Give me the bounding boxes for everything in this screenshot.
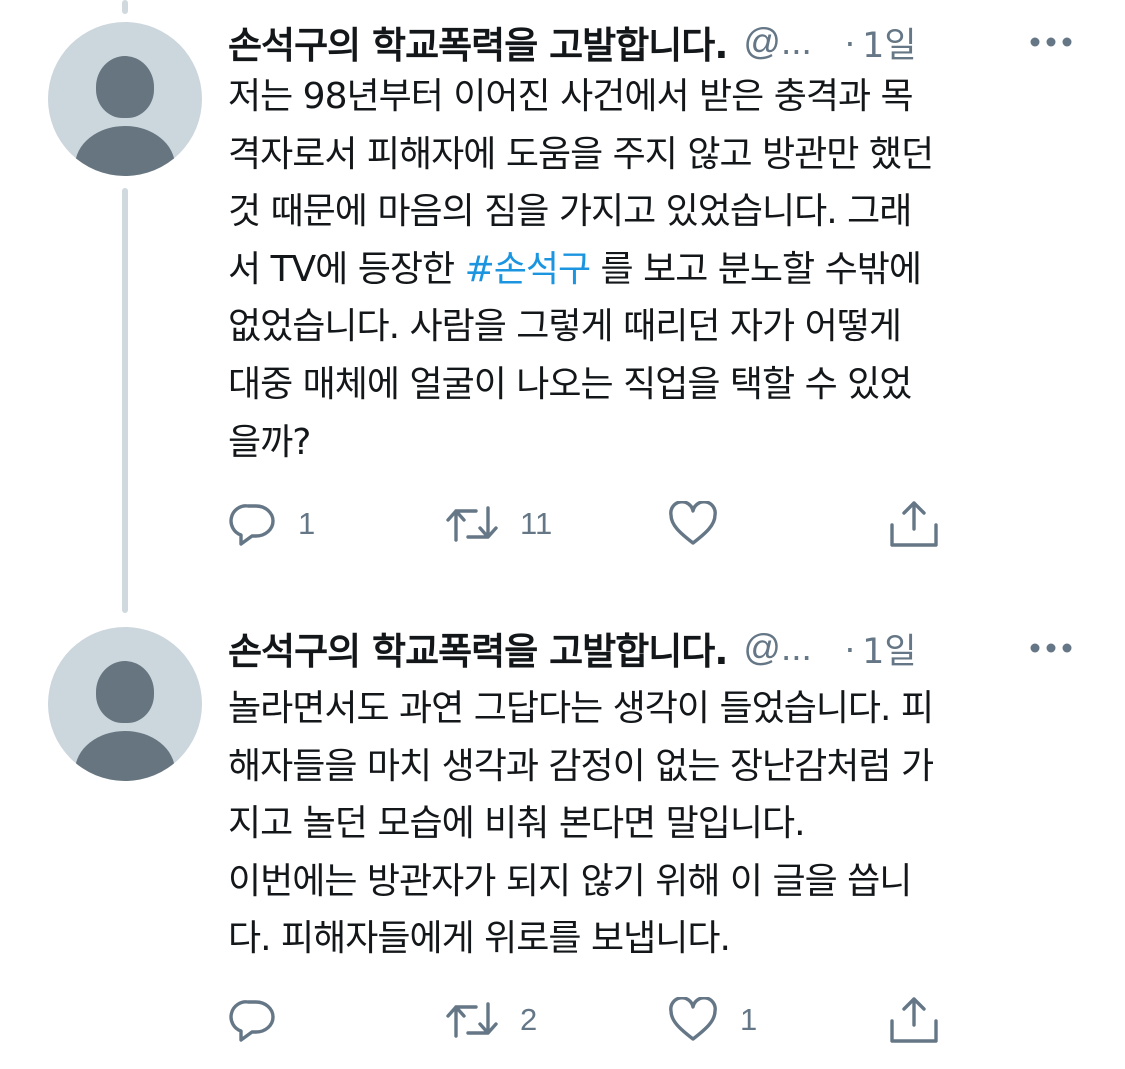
default-avatar-shoulders: [75, 731, 175, 781]
tweet[interactable]: 손석구의 학교폭력을 고발합니다. @... · 1일 저는 98년부터 이어진…: [0, 0, 1125, 600]
tweet-actions: 1 11: [228, 494, 948, 554]
avatar[interactable]: [48, 627, 202, 781]
user-handle[interactable]: @...: [743, 627, 811, 669]
tweet-header: 손석구의 학교폭력을 고발합니다. @... · 1일: [228, 620, 1075, 676]
tweet-text: 놀라면서도 과연 그답다는 생각이 들었습니다. 피 해자들을 마치 생각과 감…: [228, 688, 934, 960]
reply-button[interactable]: 1: [228, 494, 315, 554]
reply-icon: [229, 504, 275, 546]
retweet-icon: [446, 506, 498, 542]
like-button[interactable]: [668, 494, 740, 554]
like-button[interactable]: 1: [668, 990, 757, 1050]
heart-icon: [669, 501, 717, 545]
separator-dot: ·: [843, 627, 857, 668]
display-name[interactable]: 손석구의 학교폭력을 고발합니다.: [228, 15, 728, 69]
share-button[interactable]: [888, 494, 940, 554]
tweet-header: 손석구의 학교폭력을 고발합니다. @... · 1일: [228, 14, 1075, 70]
default-avatar-shoulders: [75, 126, 175, 176]
timestamp[interactable]: 1일: [862, 623, 916, 674]
reply-count: 1: [298, 506, 316, 541]
default-avatar-head: [96, 56, 154, 118]
timestamp[interactable]: 1일: [862, 17, 916, 68]
reply-button[interactable]: [228, 990, 298, 1050]
retweet-icon: [446, 1002, 498, 1038]
tweet-text: 저는 98년부터 이어진 사건에서 받은 충격과 목 격자로서 피해자에 도움을…: [228, 68, 1078, 471]
user-handle[interactable]: @...: [743, 21, 811, 63]
avatar[interactable]: [48, 22, 202, 176]
retweet-button[interactable]: 2: [446, 990, 537, 1050]
separator-dot: ·: [843, 21, 857, 62]
like-count: 1: [740, 1002, 758, 1037]
heart-icon: [669, 997, 717, 1041]
tweet-actions: 2 1: [228, 990, 948, 1050]
default-avatar-head: [96, 661, 154, 723]
display-name[interactable]: 손석구의 학교폭력을 고발합니다.: [228, 621, 728, 675]
retweet-count: 11: [520, 506, 553, 541]
share-icon: [890, 997, 938, 1043]
tweet[interactable]: 손석구의 학교폭력을 고발합니다. @... · 1일 놀라면서도 과연 그답다…: [0, 600, 1125, 1069]
hashtag-link[interactable]: #손석구: [465, 249, 592, 290]
reply-icon: [229, 1000, 275, 1042]
share-button[interactable]: [888, 990, 940, 1050]
share-icon: [890, 501, 938, 547]
retweet-button[interactable]: 11: [446, 494, 552, 554]
more-icon[interactable]: [1027, 634, 1075, 662]
retweet-count: 2: [520, 1002, 538, 1037]
more-icon[interactable]: [1027, 28, 1075, 56]
